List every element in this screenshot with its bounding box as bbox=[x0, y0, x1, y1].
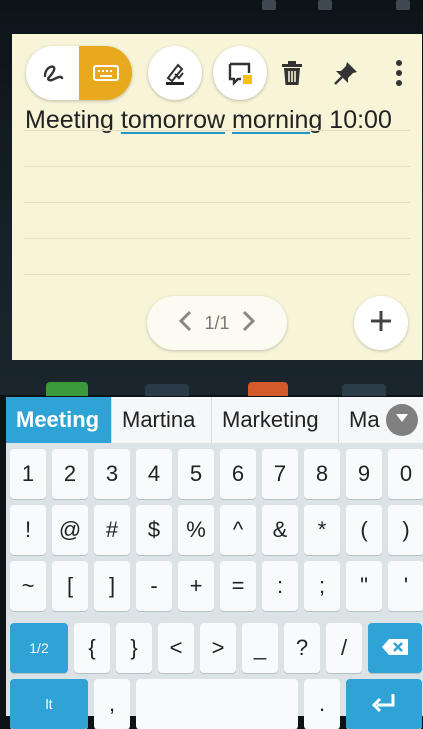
key[interactable]: * bbox=[304, 505, 340, 555]
key[interactable]: 4 bbox=[136, 449, 172, 499]
key[interactable]: 2 bbox=[52, 449, 88, 499]
key[interactable]: ~ bbox=[10, 561, 46, 611]
suggestion-item[interactable]: Marketing bbox=[212, 397, 339, 443]
signal-icon bbox=[262, 0, 276, 10]
backspace-icon bbox=[380, 637, 410, 660]
app-icon bbox=[248, 382, 288, 396]
language-key[interactable]: lt bbox=[10, 679, 88, 729]
space-key[interactable] bbox=[136, 679, 298, 729]
key[interactable]: ( bbox=[346, 505, 382, 555]
key[interactable]: & bbox=[262, 505, 298, 555]
key[interactable]: ^ bbox=[220, 505, 256, 555]
key[interactable]: ! bbox=[10, 505, 46, 555]
status-bar bbox=[0, 0, 423, 34]
key[interactable]: 9 bbox=[346, 449, 382, 499]
key[interactable]: ? bbox=[284, 623, 320, 673]
note-window: Meeting tomorrow morning 10:00 1/1 bbox=[12, 34, 422, 360]
wifi-icon bbox=[318, 0, 332, 10]
app-icon bbox=[46, 382, 88, 396]
key[interactable]: : bbox=[262, 561, 298, 611]
highlighter-icon[interactable] bbox=[148, 46, 202, 100]
app-icon bbox=[145, 384, 189, 396]
key[interactable]: " bbox=[346, 561, 382, 611]
trash-icon[interactable] bbox=[275, 56, 309, 90]
input-mode-toggle[interactable] bbox=[26, 46, 132, 100]
key[interactable]: 8 bbox=[304, 449, 340, 499]
more-vert-icon[interactable] bbox=[382, 56, 416, 90]
add-page-button[interactable] bbox=[354, 296, 408, 350]
key[interactable]: 1 bbox=[10, 449, 46, 499]
key[interactable]: ) bbox=[388, 505, 423, 555]
key[interactable]: ] bbox=[94, 561, 130, 611]
key[interactable]: + bbox=[178, 561, 214, 611]
key[interactable]: - bbox=[136, 561, 172, 611]
ruled-line bbox=[24, 166, 410, 167]
symbols-page-key[interactable]: 1/2 bbox=[10, 623, 68, 673]
app-icon bbox=[342, 384, 386, 396]
key[interactable]: @ bbox=[52, 505, 88, 555]
key[interactable]: . bbox=[304, 679, 340, 729]
key[interactable]: % bbox=[178, 505, 214, 555]
key[interactable]: 6 bbox=[220, 449, 256, 499]
key[interactable]: ' bbox=[388, 561, 423, 611]
pin-icon[interactable] bbox=[329, 56, 363, 90]
keyboard-icon[interactable] bbox=[79, 46, 132, 100]
suggestion-bar: Meeting Martina Marketing Ma bbox=[6, 397, 423, 443]
key[interactable]: } bbox=[116, 623, 152, 673]
page-indicator: 1/1 bbox=[204, 312, 230, 333]
backspace-key[interactable] bbox=[368, 623, 422, 673]
expand-suggestions-button[interactable] bbox=[386, 404, 418, 436]
key[interactable]: , bbox=[94, 679, 130, 729]
chevron-down-icon bbox=[394, 411, 410, 429]
key[interactable]: ; bbox=[304, 561, 340, 611]
handwriting-icon[interactable] bbox=[26, 46, 79, 100]
battery-icon bbox=[396, 0, 410, 10]
enter-key[interactable] bbox=[346, 679, 422, 729]
key[interactable]: 0 bbox=[388, 449, 423, 499]
chevron-right-icon[interactable] bbox=[240, 309, 258, 338]
plus-icon bbox=[369, 309, 393, 338]
suggestion-item[interactable]: Ma bbox=[339, 397, 383, 443]
key[interactable]: = bbox=[220, 561, 256, 611]
key[interactable]: / bbox=[326, 623, 362, 673]
suggestion-item[interactable]: Martina bbox=[112, 397, 212, 443]
key[interactable]: 5 bbox=[178, 449, 214, 499]
ruled-line bbox=[24, 130, 410, 131]
key[interactable]: [ bbox=[52, 561, 88, 611]
key[interactable]: 7 bbox=[262, 449, 298, 499]
ruled-line bbox=[24, 274, 410, 275]
key[interactable]: < bbox=[158, 623, 194, 673]
page-navigator: 1/1 bbox=[147, 296, 287, 350]
key[interactable]: # bbox=[94, 505, 130, 555]
ruled-line bbox=[24, 202, 410, 203]
key[interactable]: _ bbox=[242, 623, 278, 673]
chevron-left-icon[interactable] bbox=[176, 309, 194, 338]
key[interactable]: > bbox=[200, 623, 236, 673]
enter-icon bbox=[371, 692, 397, 717]
keyboard: 1 2 3 4 5 6 7 8 9 0! @ # $% ^ & *() ~[] - + =:; " ' 1/2{} < > _? /… bbox=[6, 443, 423, 729]
sticky-note-icon[interactable] bbox=[213, 46, 267, 100]
key[interactable]: 3 bbox=[94, 449, 130, 499]
suggestion-item[interactable]: Meeting bbox=[6, 397, 112, 443]
key[interactable]: $ bbox=[136, 505, 172, 555]
ruled-line bbox=[24, 238, 410, 239]
key[interactable]: { bbox=[74, 623, 110, 673]
